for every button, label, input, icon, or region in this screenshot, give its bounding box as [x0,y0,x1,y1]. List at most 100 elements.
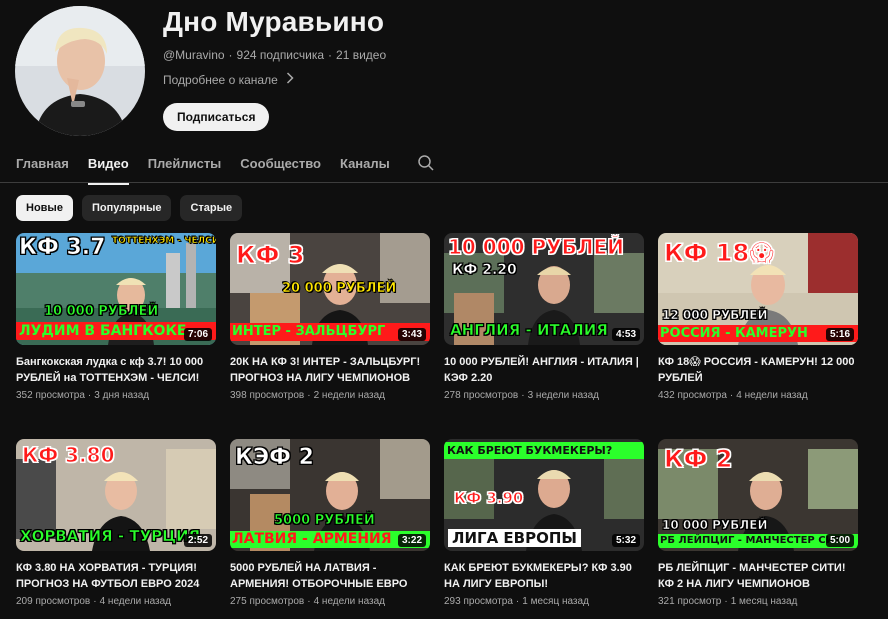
video-title[interactable]: 5000 РУБЛЕЙ НА ЛАТВИЯ - АРМЕНИЯ! ОТБОРОЧ… [230,560,430,592]
video-thumbnail[interactable]: КФ 3 20 000 РУБЛЕЙ ИНТЕР - ЗАЛЬЦБУРГ 3:4… [230,233,430,345]
separator-dot: · [307,390,311,401]
thumbnail-odds-text: КФ 18😱 [663,239,775,267]
thumbnail-odds-text: КФ 2.20 [452,262,517,278]
filter-popular[interactable]: Популярные [81,195,172,221]
thumbnail-caption-text: ХОРВАТИЯ - ТУРЦИЯ [20,527,201,545]
thumbnail-odds-text: КЭФ 2 [235,445,315,470]
thumbnail-tag-text: ТОТТЕНХЭМ - ЧЕЛСИ [112,236,216,246]
video-date: 3 недели назад [527,390,599,401]
video-duration: 2:52 [183,534,212,547]
subscribe-button[interactable]: Подписаться [163,103,270,131]
video-card[interactable]: КЭФ 2 5000 РУБЛЕЙ ЛАТВИЯ - АРМЕНИЯ 3:22 … [230,439,430,607]
video-views: 321 просмотр [658,596,722,607]
video-views: 209 просмотров [16,596,91,607]
video-date: 4 недели назад [313,596,385,607]
sort-filters: Новые Популярные Старые [16,195,243,221]
search-icon[interactable] [417,152,435,177]
chevron-right-icon [286,72,294,87]
video-date: 1 месяц назад [522,596,589,607]
separator-dot: · [521,390,525,401]
video-date: 4 недели назад [99,596,171,607]
video-views: 275 просмотров [230,596,305,607]
video-thumbnail[interactable]: КФ 3.80 ХОРВАТИЯ - ТУРЦИЯ 2:52 [16,439,216,551]
video-card[interactable]: КФ 2 10 000 РУБЛЕЙ РБ ЛЕЙПЦИГ - МАНЧЕСТЕ… [658,439,858,607]
thumbnail-amount-text: 5000 РУБЛЕЙ [274,513,375,528]
video-thumbnail[interactable]: КЭФ 2 5000 РУБЛЕЙ ЛАТВИЯ - АРМЕНИЯ 3:22 [230,439,430,551]
thumbnail-amount-text: 12 000 РУБЛЕЙ [662,308,768,322]
subscriber-count: 924 подписчика [236,48,325,62]
video-views: 352 просмотра [16,390,85,401]
separator-dot: · [87,390,92,401]
video-date: 4 недели назад [736,390,808,401]
thumbnail-odds-text: КФ 3.80 [22,443,115,467]
channel-avatar[interactable] [15,6,145,136]
video-meta: 275 просмотров · 4 недели назад [230,596,430,607]
video-meta: 278 просмотров · 3 недели назад [444,390,644,401]
video-thumbnail[interactable]: КАК БРЕЮТ БУКМЕКЕРЫ? КФ 3.90 ЛИГА ЕВРОПЫ… [444,439,644,551]
channel-tabs: Главная Видео Плейлисты Сообщество Канал… [16,152,888,185]
thumbnail-amount-text: 10 000 РУБЛЕЙ [662,518,768,532]
video-thumbnail[interactable]: КФ 3.7 ТОТТЕНХЭМ - ЧЕЛСИ 10 000 РУБЛЕЙ Л… [16,233,216,345]
video-title[interactable]: 20К НА КФ 3! ИНТЕР - ЗАЛЬЦБУРГ! ПРОГНОЗ … [230,354,430,386]
video-meta: 352 просмотра · 3 дня назад [16,390,216,401]
thumbnail-caption-text: АНГЛИЯ - ИТАЛИЯ [450,321,609,339]
video-duration: 3:22 [397,534,426,547]
separator-dot: · [328,48,333,62]
video-meta: 321 просмотр · 1 месяц назад [658,596,858,607]
channel-meta: @Muravino · 924 подписчика · 21 видео [163,48,386,62]
channel-name: Дно Муравьино [163,6,385,37]
video-meta: 432 просмотра · 4 недели назад [658,390,858,401]
video-title[interactable]: 10 000 РУБЛЕЙ! АНГЛИЯ - ИТАЛИЯ | КЭФ 2.2… [444,354,644,386]
video-views: 432 просмотра [658,390,727,401]
video-title[interactable]: КФ 3.80 НА ХОРВАТИЯ - ТУРЦИЯ! ПРОГНОЗ НА… [16,560,216,592]
video-meta: 293 просмотра · 1 месяц назад [444,596,644,607]
video-thumbnail[interactable]: 10 000 РУБЛЕЙ КФ 2.20 АНГЛИЯ - ИТАЛИЯ 4:… [444,233,644,345]
video-card[interactable]: 10 000 РУБЛЕЙ КФ 2.20 АНГЛИЯ - ИТАЛИЯ 4:… [444,233,644,401]
video-title[interactable]: РБ ЛЕЙПЦИГ - МАНЧЕСТЕР СИТИ! КФ 2 НА ЛИГ… [658,560,858,592]
video-duration: 7:06 [183,328,212,341]
tabs-divider [0,182,888,183]
video-title[interactable]: Бангкокская лудка с кф 3.7! 10 000 РУБЛЕ… [16,354,216,386]
thumbnail-amount-text: 10 000 РУБЛЕЙ [448,235,625,259]
thumbnail-headline-text: КАК БРЕЮТ БУКМЕКЕРЫ? [444,442,644,459]
separator-dot: · [729,390,734,401]
thumbnail-odds-text: КФ 3 [235,241,305,269]
thumbnail-caption-text: ЛИГА ЕВРОПЫ [448,529,581,547]
thumbnail-odds-text: КФ 3.90 [453,489,524,507]
video-views: 398 просмотров [230,390,305,401]
video-views: 278 просмотров [444,390,519,401]
separator-dot: · [228,48,233,62]
tab-channels[interactable]: Каналы [340,152,390,183]
video-card[interactable]: КФ 3.7 ТОТТЕНХЭМ - ЧЕЛСИ 10 000 РУБЛЕЙ Л… [16,233,216,401]
video-meta: 209 просмотров · 4 недели назад [16,596,216,607]
video-views: 293 просмотра [444,596,513,607]
tab-community[interactable]: Сообщество [240,152,321,183]
video-card[interactable]: КФ 3 20 000 РУБЛЕЙ ИНТЕР - ЗАЛЬЦБУРГ 3:4… [230,233,430,401]
video-duration: 3:43 [397,328,426,341]
video-thumbnail[interactable]: КФ 2 10 000 РУБЛЕЙ РБ ЛЕЙПЦИГ - МАНЧЕСТЕ… [658,439,858,551]
tab-videos[interactable]: Видео [87,152,129,185]
tab-home[interactable]: Главная [16,152,69,183]
tab-playlists[interactable]: Плейлисты [148,152,222,183]
video-card[interactable]: КФ 3.80 ХОРВАТИЯ - ТУРЦИЯ 2:52 КФ 3.80 Н… [16,439,216,607]
video-title[interactable]: КФ 18😱 РОССИЯ - КАМЕРУН! 12 000 РУБЛЕЙ [658,354,858,386]
video-card[interactable]: КАК БРЕЮТ БУКМЕКЕРЫ? КФ 3.90 ЛИГА ЕВРОПЫ… [444,439,644,607]
video-date: 2 недели назад [313,390,385,401]
video-card[interactable]: КФ 18😱 12 000 РУБЛЕЙ РОССИЯ - КАМЕРУН 5:… [658,233,858,401]
more-about-label: Подробнее о канале [163,72,278,87]
separator-dot: · [724,596,728,607]
thumbnail-odds-text: КФ 3.7 [19,235,106,260]
separator-dot: · [93,596,97,607]
video-duration: 5:32 [611,534,640,547]
more-about-link[interactable]: Подробнее о канале [163,72,294,87]
filter-oldest[interactable]: Старые [180,195,243,221]
video-meta: 398 просмотров · 2 недели назад [230,390,430,401]
video-thumbnail[interactable]: КФ 18😱 12 000 РУБЛЕЙ РОССИЯ - КАМЕРУН 5:… [658,233,858,345]
filter-newest[interactable]: Новые [16,195,73,221]
separator-dot: · [307,596,311,607]
video-title[interactable]: КАК БРЕЮТ БУКМЕКЕРЫ? КФ 3.90 НА ЛИГУ ЕВР… [444,560,644,592]
separator-dot: · [515,596,520,607]
channel-handle: @Muravino [163,48,225,62]
thumbnail-amount-text: 20 000 РУБЛЕЙ [282,281,397,296]
video-duration: 4:53 [611,328,640,341]
